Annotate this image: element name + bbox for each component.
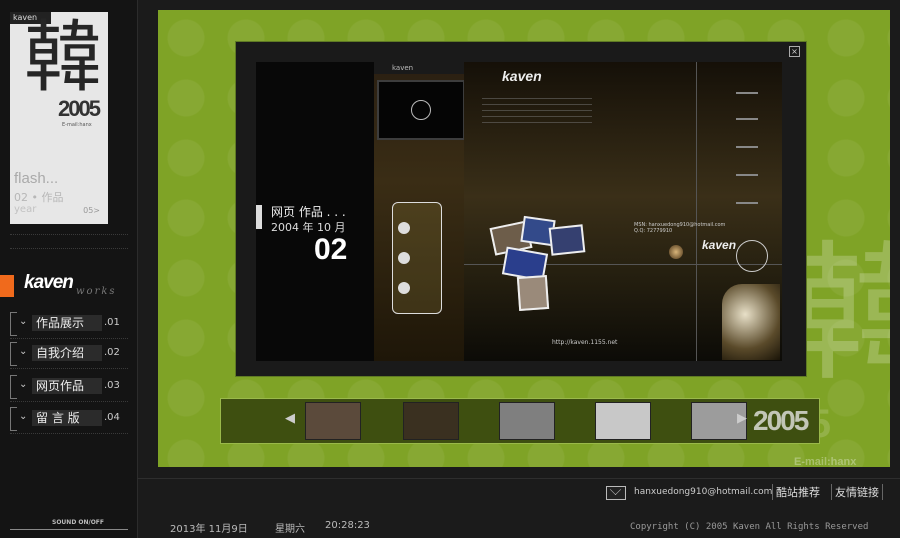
nav-item-number: .03 <box>104 380 120 391</box>
footer-divider <box>137 478 900 479</box>
recommended-sites-link[interactable]: 酷站推荐 <box>772 484 823 500</box>
thumbnail-subtitle: 02 • 作品 <box>14 191 64 204</box>
divider <box>10 401 128 402</box>
intro-thumbnail[interactable]: kaven 韓 2005 E-mail:hanx flash... 02 • 作… <box>10 12 108 224</box>
filmstrip-year: 2005 <box>753 405 809 436</box>
screenshot-url: http://kaven.1155.net <box>552 339 618 346</box>
contact-email-link[interactable]: hanxuedong910@hotmail.com <box>634 487 772 497</box>
brand-accent <box>0 275 14 297</box>
nav-item-label: 自我介绍 <box>32 345 102 361</box>
power-icon <box>411 100 431 120</box>
screenshot-menu-dot <box>398 222 410 234</box>
nav-bracket <box>10 312 17 336</box>
screenshot-list-item <box>736 174 758 176</box>
nav-item-number: .02 <box>104 347 120 358</box>
nav-item-number: .01 <box>104 317 120 328</box>
work-preview-window: × 网页 作品 . . . 2004 年 10 月 02 kaven kaven <box>235 41 807 377</box>
divider <box>10 338 128 339</box>
nav-item-guestbook[interactable]: ⌄ 留 言 版 .04 <box>10 407 126 431</box>
work-screenshot[interactable]: 网页 作品 . . . 2004 年 10 月 02 kaven kaven M… <box>256 62 782 361</box>
nav-bracket <box>10 342 17 366</box>
thumbnail-year: 2005 <box>58 96 101 121</box>
nav-item-label: 留 言 版 <box>32 410 102 426</box>
work-title: 网页 作品 . . . <box>271 205 346 219</box>
screenshot-middle-panel: kaven <box>374 62 465 361</box>
screenshot-list-item <box>736 92 758 94</box>
thumbnail-logo-char: 韓 <box>24 13 103 103</box>
screenshot-circle-graphic <box>736 240 768 272</box>
work-number: 02 <box>314 233 348 266</box>
brand-subtitle: works <box>76 286 117 297</box>
nav-item-about[interactable]: ⌄ 自我介绍 .02 <box>10 342 126 366</box>
screenshot-contact: MSN: hanxuedong910@hotmail.com Q.Q: 7277… <box>634 222 725 234</box>
stage-background-email: E-mail:hanx <box>794 456 857 467</box>
chevron-right-icon[interactable]: ▶ <box>737 411 747 426</box>
screenshot-divider <box>696 62 697 361</box>
nav-bracket <box>10 407 17 431</box>
current-date: 2013年 11月9日 <box>170 524 248 535</box>
nav-bracket <box>10 375 17 399</box>
screenshot-photo <box>516 274 550 312</box>
sidebar: kaven 韓 2005 E-mail:hanx flash... 02 • 作… <box>0 0 138 538</box>
nav-item-label: 作品展示 <box>32 315 102 331</box>
filmstrip-thumb[interactable] <box>499 402 555 440</box>
chevron-left-icon[interactable]: ◀ <box>285 411 295 426</box>
chevron-down-icon: ⌄ <box>19 411 28 422</box>
screenshot-photo <box>548 224 586 256</box>
screenshot-menu-dot <box>398 252 410 264</box>
filmstrip-thumb[interactable] <box>595 402 651 440</box>
divider <box>10 368 128 369</box>
screenshot-text-block <box>482 98 592 126</box>
screenshot-contact-qq: Q.Q: 72779910 <box>634 228 673 234</box>
nav-item-web-works[interactable]: ⌄ 网页作品 .03 <box>10 375 126 399</box>
thumbnail-filmstrip: ◀ ▶ 2005 <box>220 398 820 444</box>
screenshot-topbar-logo: kaven <box>374 62 464 74</box>
sound-toggle-label: SOUND ON/OFF <box>52 519 104 526</box>
chevron-down-icon: ⌄ <box>19 316 28 327</box>
screenshot-right-panel: kaven MSN: hanxuedong910@hotmail.com Q.Q… <box>464 62 782 361</box>
thumbnail-flash-text: flash... <box>14 170 59 187</box>
divider <box>10 234 128 235</box>
screenshot-orb <box>669 245 683 259</box>
nav-item-number: .04 <box>104 412 120 423</box>
friend-links-link[interactable]: 友情链接 <box>831 484 883 500</box>
divider <box>10 248 128 249</box>
sound-toggle[interactable]: SOUND ON/OFF <box>10 519 128 530</box>
screenshot-logo-secondary: kaven <box>702 238 737 252</box>
title-accent <box>256 205 262 229</box>
chevron-down-icon: ⌄ <box>19 379 28 390</box>
current-weekday: 星期六 <box>275 524 305 535</box>
thumbnail-email: E-mail:hanx <box>62 122 92 128</box>
screenshot-logo: kaven <box>502 68 542 84</box>
mail-icon[interactable] <box>606 486 626 500</box>
screenshot-list-item <box>736 146 758 148</box>
copyright-text: Copyright (C) 2005 Kaven All Rights Rese… <box>630 522 869 532</box>
thumbnail-counter: 05> <box>83 206 100 215</box>
screenshot-list-item <box>736 202 758 204</box>
screenshot-menu-dot <box>398 282 410 294</box>
current-time: 20:28:23 <box>325 520 370 531</box>
nav-item-works[interactable]: ⌄ 作品展示 .01 <box>10 312 126 336</box>
chevron-down-icon: ⌄ <box>19 346 28 357</box>
filmstrip-thumb[interactable] <box>403 402 459 440</box>
filmstrip-thumb[interactable] <box>305 402 361 440</box>
main-stage: 韓 2005 E-mail:hanx × 网页 作品 . . . 2004 年 … <box>158 10 890 467</box>
screenshot-lens-graphic <box>722 284 780 360</box>
close-icon[interactable]: × <box>789 46 800 57</box>
divider <box>10 433 128 434</box>
thumbnail-year-label: year <box>14 204 37 215</box>
brand-logo: kaven <box>24 272 74 293</box>
brand-block: kaven works <box>0 272 137 304</box>
screenshot-monitor <box>377 80 465 140</box>
nav-item-label: 网页作品 <box>32 378 102 394</box>
screenshot-list-item <box>736 118 758 120</box>
